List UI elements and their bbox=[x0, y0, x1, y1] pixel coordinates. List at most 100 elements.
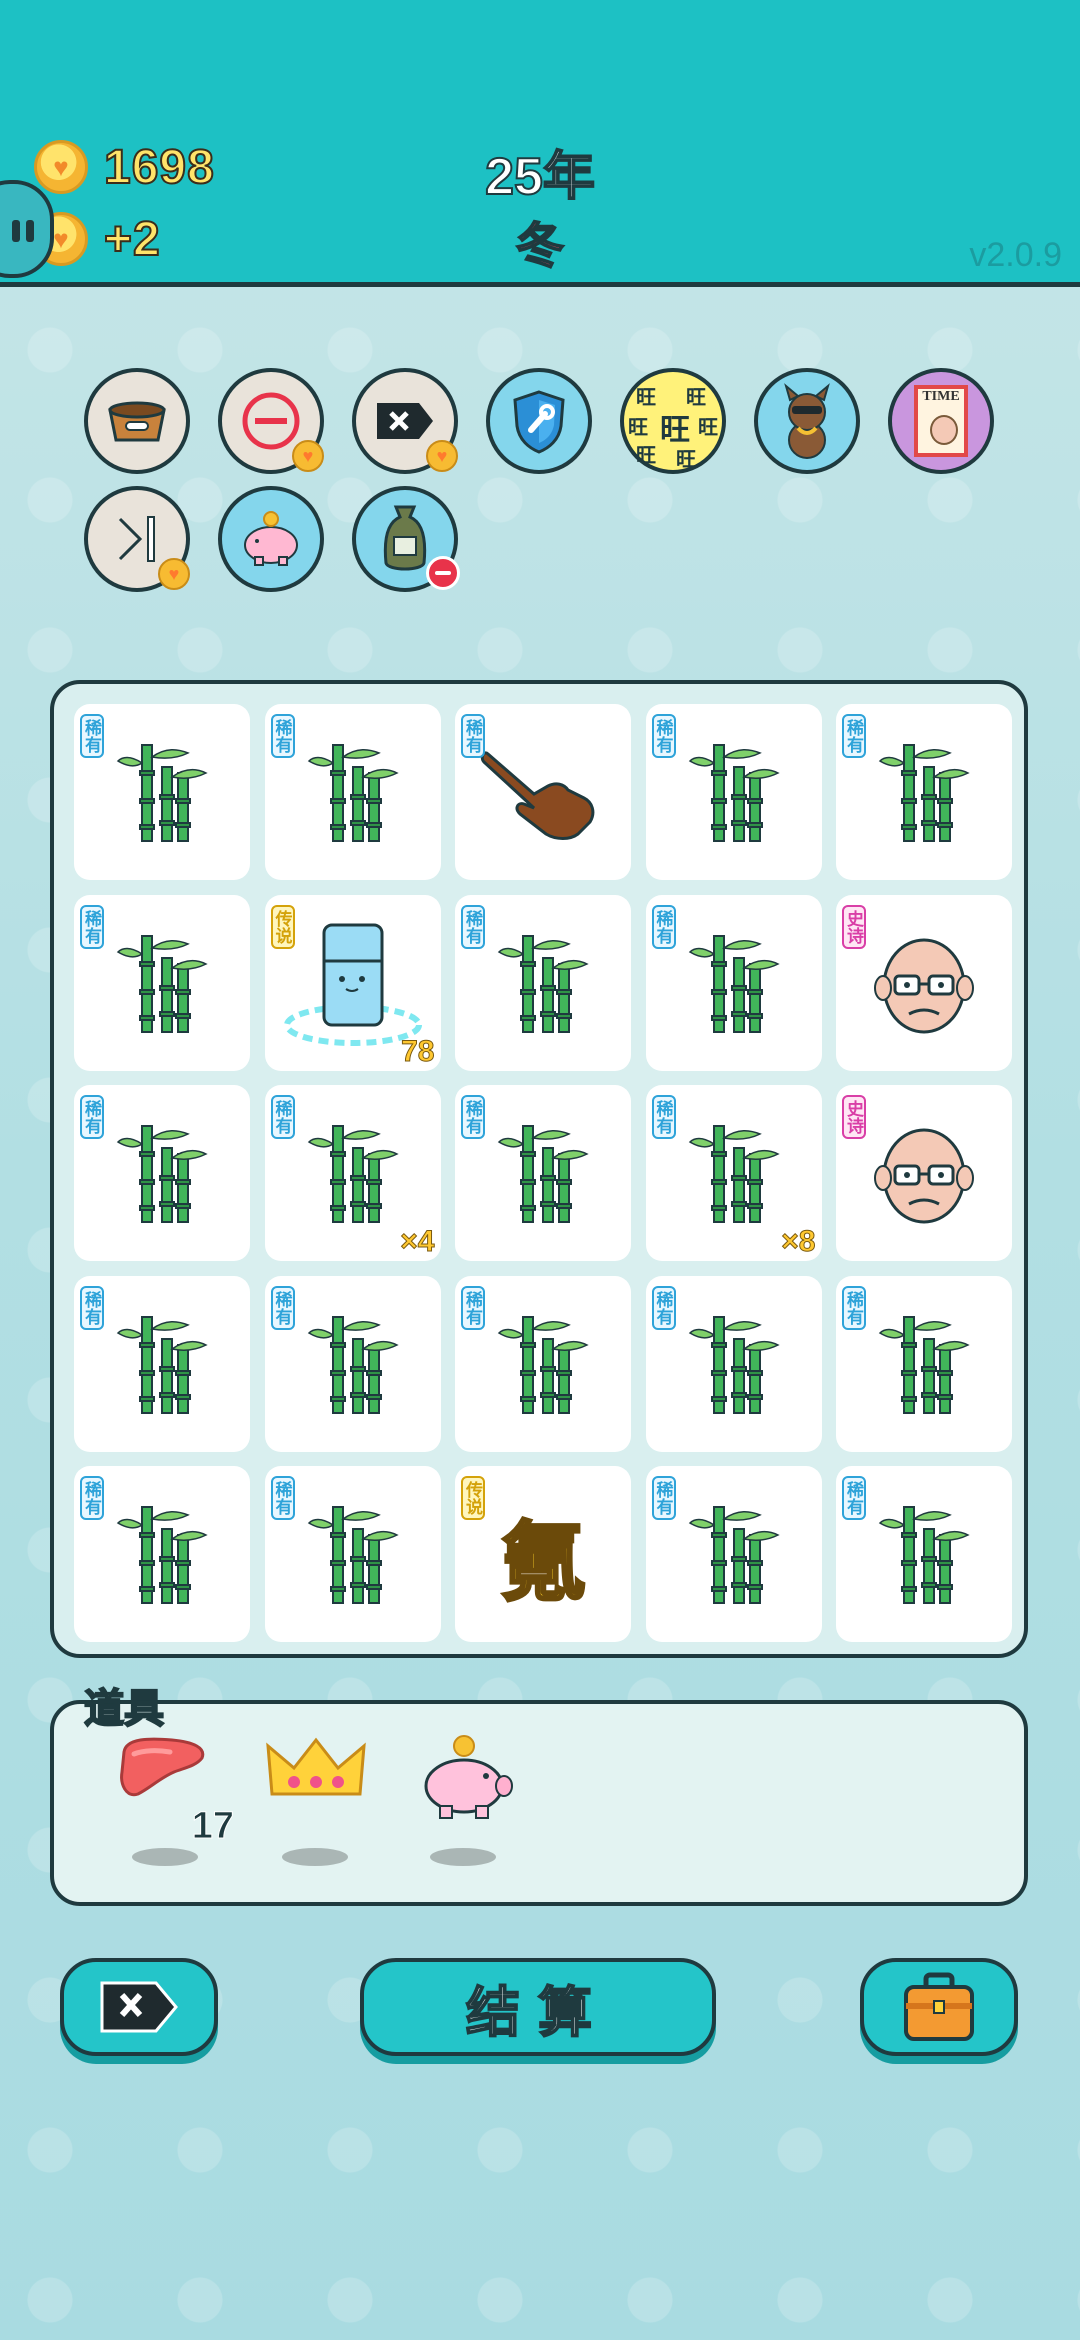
rarity-tag: 稀有 bbox=[80, 904, 104, 949]
year-label: 25年 bbox=[484, 147, 596, 207]
board-cell-bamboo[interactable]: 稀有 bbox=[645, 894, 822, 1071]
cell-counter: 78 bbox=[401, 1034, 435, 1068]
board-cell-bamboo[interactable]: 稀有 bbox=[264, 1466, 441, 1642]
item-count: 17 bbox=[191, 1805, 234, 1848]
board-cell-bamboo[interactable]: 稀有 bbox=[645, 704, 822, 880]
board-cell-bamboo[interactable]: 稀有 bbox=[455, 894, 631, 1071]
rarity-tag: 稀有 bbox=[80, 714, 104, 758]
rarity-tag: 史诗 bbox=[842, 904, 866, 949]
board-cell-old-man[interactable]: 史诗 bbox=[836, 894, 1012, 1071]
board-cell-bamboo[interactable]: 稀有 bbox=[836, 704, 1012, 880]
board-cell-bamboo[interactable]: 稀有 ×4 bbox=[264, 1085, 441, 1261]
items-panel: 17 bbox=[50, 1700, 1028, 1906]
season-label: 冬 bbox=[515, 219, 565, 274]
rarity-tag: 稀有 bbox=[80, 1476, 104, 1520]
wang-glyph: 旺 bbox=[628, 417, 648, 439]
rarity-tag: 传说 bbox=[461, 1476, 485, 1520]
slot-board: 稀有 稀有 稀有 稀有 稀有 稀有 传说 78 稀有 稀有 史诗 稀有 稀有 ×4 稀有 稀有 ×8 史诗 稀有 稀有… bbox=[50, 680, 1028, 1658]
shield-wrench-icon[interactable] bbox=[486, 368, 592, 474]
wang-glyph: 旺 bbox=[698, 417, 718, 439]
rarity-tag: 稀有 bbox=[842, 1476, 866, 1520]
top-bar: ♥ 1698 ♥ +2 25年 冬 v2.0.9 bbox=[0, 0, 1080, 287]
board-cell-fridge[interactable]: 传说 78 bbox=[264, 894, 441, 1071]
settle-button[interactable]: 结算 bbox=[360, 1958, 716, 2056]
item-liver[interactable]: 17 bbox=[114, 1732, 235, 1872]
wang-glyph: 旺 bbox=[636, 445, 656, 467]
board-cell-bamboo[interactable]: 稀有 bbox=[74, 1275, 250, 1452]
time-magazine-icon[interactable]: TIME bbox=[888, 368, 994, 474]
rarity-tag: 稀有 bbox=[651, 1476, 676, 1520]
rarity-tag: 稀有 bbox=[80, 1095, 104, 1139]
piggy-bank-icon[interactable] bbox=[218, 486, 324, 592]
rarity-tag: 稀有 bbox=[461, 1095, 485, 1139]
settle-button-label: 结算 bbox=[465, 1982, 610, 2044]
item-crown[interactable] bbox=[264, 1732, 384, 1872]
wang-glyph: 旺 bbox=[676, 449, 696, 471]
board-cell-bamboo[interactable]: 稀有 bbox=[74, 704, 250, 880]
cell-counter: ×4 bbox=[400, 1225, 435, 1259]
board-cell-bamboo[interactable]: 稀有 bbox=[74, 1466, 250, 1642]
board-cell-bamboo[interactable]: 稀有 bbox=[645, 1275, 822, 1452]
rarity-tag: 稀有 bbox=[842, 714, 866, 758]
heart-badge-icon: ♥ bbox=[158, 558, 190, 590]
board-cell-bamboo[interactable]: 稀有 ×8 bbox=[645, 1085, 822, 1261]
board-cell-bamboo[interactable]: 稀有 bbox=[836, 1275, 1012, 1452]
board-cell-old-man[interactable]: 史诗 bbox=[836, 1085, 1012, 1261]
crown-icon bbox=[266, 1737, 366, 1796]
rarity-tag: 稀有 bbox=[651, 1285, 676, 1330]
rarity-tag: 稀有 bbox=[270, 1476, 295, 1520]
board-cell-pointing-hand[interactable]: 稀有 bbox=[455, 704, 631, 880]
board-cell-bamboo[interactable]: 稀有 bbox=[836, 1466, 1012, 1642]
board-cell-bamboo[interactable]: 稀有 bbox=[264, 1275, 441, 1452]
rarity-tag: 稀有 bbox=[651, 1095, 676, 1139]
remove-button[interactable] bbox=[60, 1958, 218, 2056]
board-cell-bamboo[interactable]: 稀有 bbox=[74, 1085, 250, 1261]
wang-text-icon[interactable]: 旺 旺 旺 旺 旺 旺 旺 bbox=[620, 368, 726, 474]
board-cell-bamboo[interactable]: 稀有 bbox=[455, 1085, 631, 1261]
board-cell-bamboo[interactable]: 稀有 bbox=[74, 894, 250, 1071]
inventory-button[interactable] bbox=[860, 1958, 1018, 2056]
delete-tag-icon bbox=[100, 1981, 178, 2033]
coin-total: 1698 bbox=[103, 140, 215, 195]
rarity-tag: 稀有 bbox=[461, 904, 485, 949]
liver-icon bbox=[120, 1737, 205, 1797]
piggy-bank-icon bbox=[424, 1735, 513, 1819]
version-label: v2.0.9 bbox=[969, 236, 1062, 274]
heart-badge-icon: ♥ bbox=[292, 440, 324, 472]
ling-character-text: 氪 bbox=[499, 1511, 588, 1614]
wang-text-grid: 旺 旺 旺 旺 旺 旺 旺 bbox=[624, 371, 722, 471]
cool-dog-icon[interactable] bbox=[754, 368, 860, 474]
magazine-title: TIME bbox=[922, 389, 960, 404]
rarity-tag: 史诗 bbox=[842, 1095, 866, 1139]
rarity-tag: 稀有 bbox=[270, 714, 295, 758]
money-sack-icon[interactable] bbox=[352, 486, 460, 592]
remove-circle-icon[interactable]: ♥ bbox=[218, 368, 324, 474]
item-shadow bbox=[132, 1848, 198, 1866]
magazine-cover: TIME bbox=[914, 385, 968, 457]
pet-food-bowl-icon[interactable] bbox=[84, 368, 190, 474]
rarity-tag: 稀有 bbox=[651, 714, 676, 758]
skip-icon[interactable]: ♥ bbox=[84, 486, 190, 592]
wang-glyph: 旺 bbox=[686, 387, 706, 409]
delete-tag-icon[interactable]: ♥ bbox=[352, 368, 458, 474]
coin-income: +2 bbox=[103, 212, 161, 267]
briefcase-icon bbox=[904, 1972, 974, 2041]
item-piggy-bank[interactable] bbox=[412, 1732, 532, 1872]
board-cell-ling-character[interactable]: 氪传说 bbox=[455, 1466, 631, 1642]
rarity-tag: 稀有 bbox=[80, 1285, 104, 1330]
rarity-tag: 稀有 bbox=[270, 1285, 295, 1330]
magazine-face bbox=[930, 415, 958, 445]
board-cell-bamboo[interactable]: 稀有 bbox=[264, 704, 441, 880]
board-cell-bamboo[interactable]: 稀有 bbox=[455, 1275, 631, 1452]
items-title: 道具 bbox=[83, 1686, 165, 1732]
board-cell-bamboo[interactable]: 稀有 bbox=[645, 1466, 822, 1642]
rarity-tag: 稀有 bbox=[842, 1285, 866, 1330]
rarity-tag: 稀有 bbox=[461, 714, 485, 758]
wang-glyph: 旺 bbox=[636, 387, 656, 409]
heart-badge-icon: ♥ bbox=[426, 440, 458, 472]
item-shadow bbox=[282, 1848, 348, 1866]
coin-icon: ♥ bbox=[34, 140, 88, 194]
minus-badge-icon bbox=[426, 556, 460, 590]
cell-counter: ×8 bbox=[781, 1225, 816, 1259]
rarity-tag: 稀有 bbox=[651, 904, 676, 949]
